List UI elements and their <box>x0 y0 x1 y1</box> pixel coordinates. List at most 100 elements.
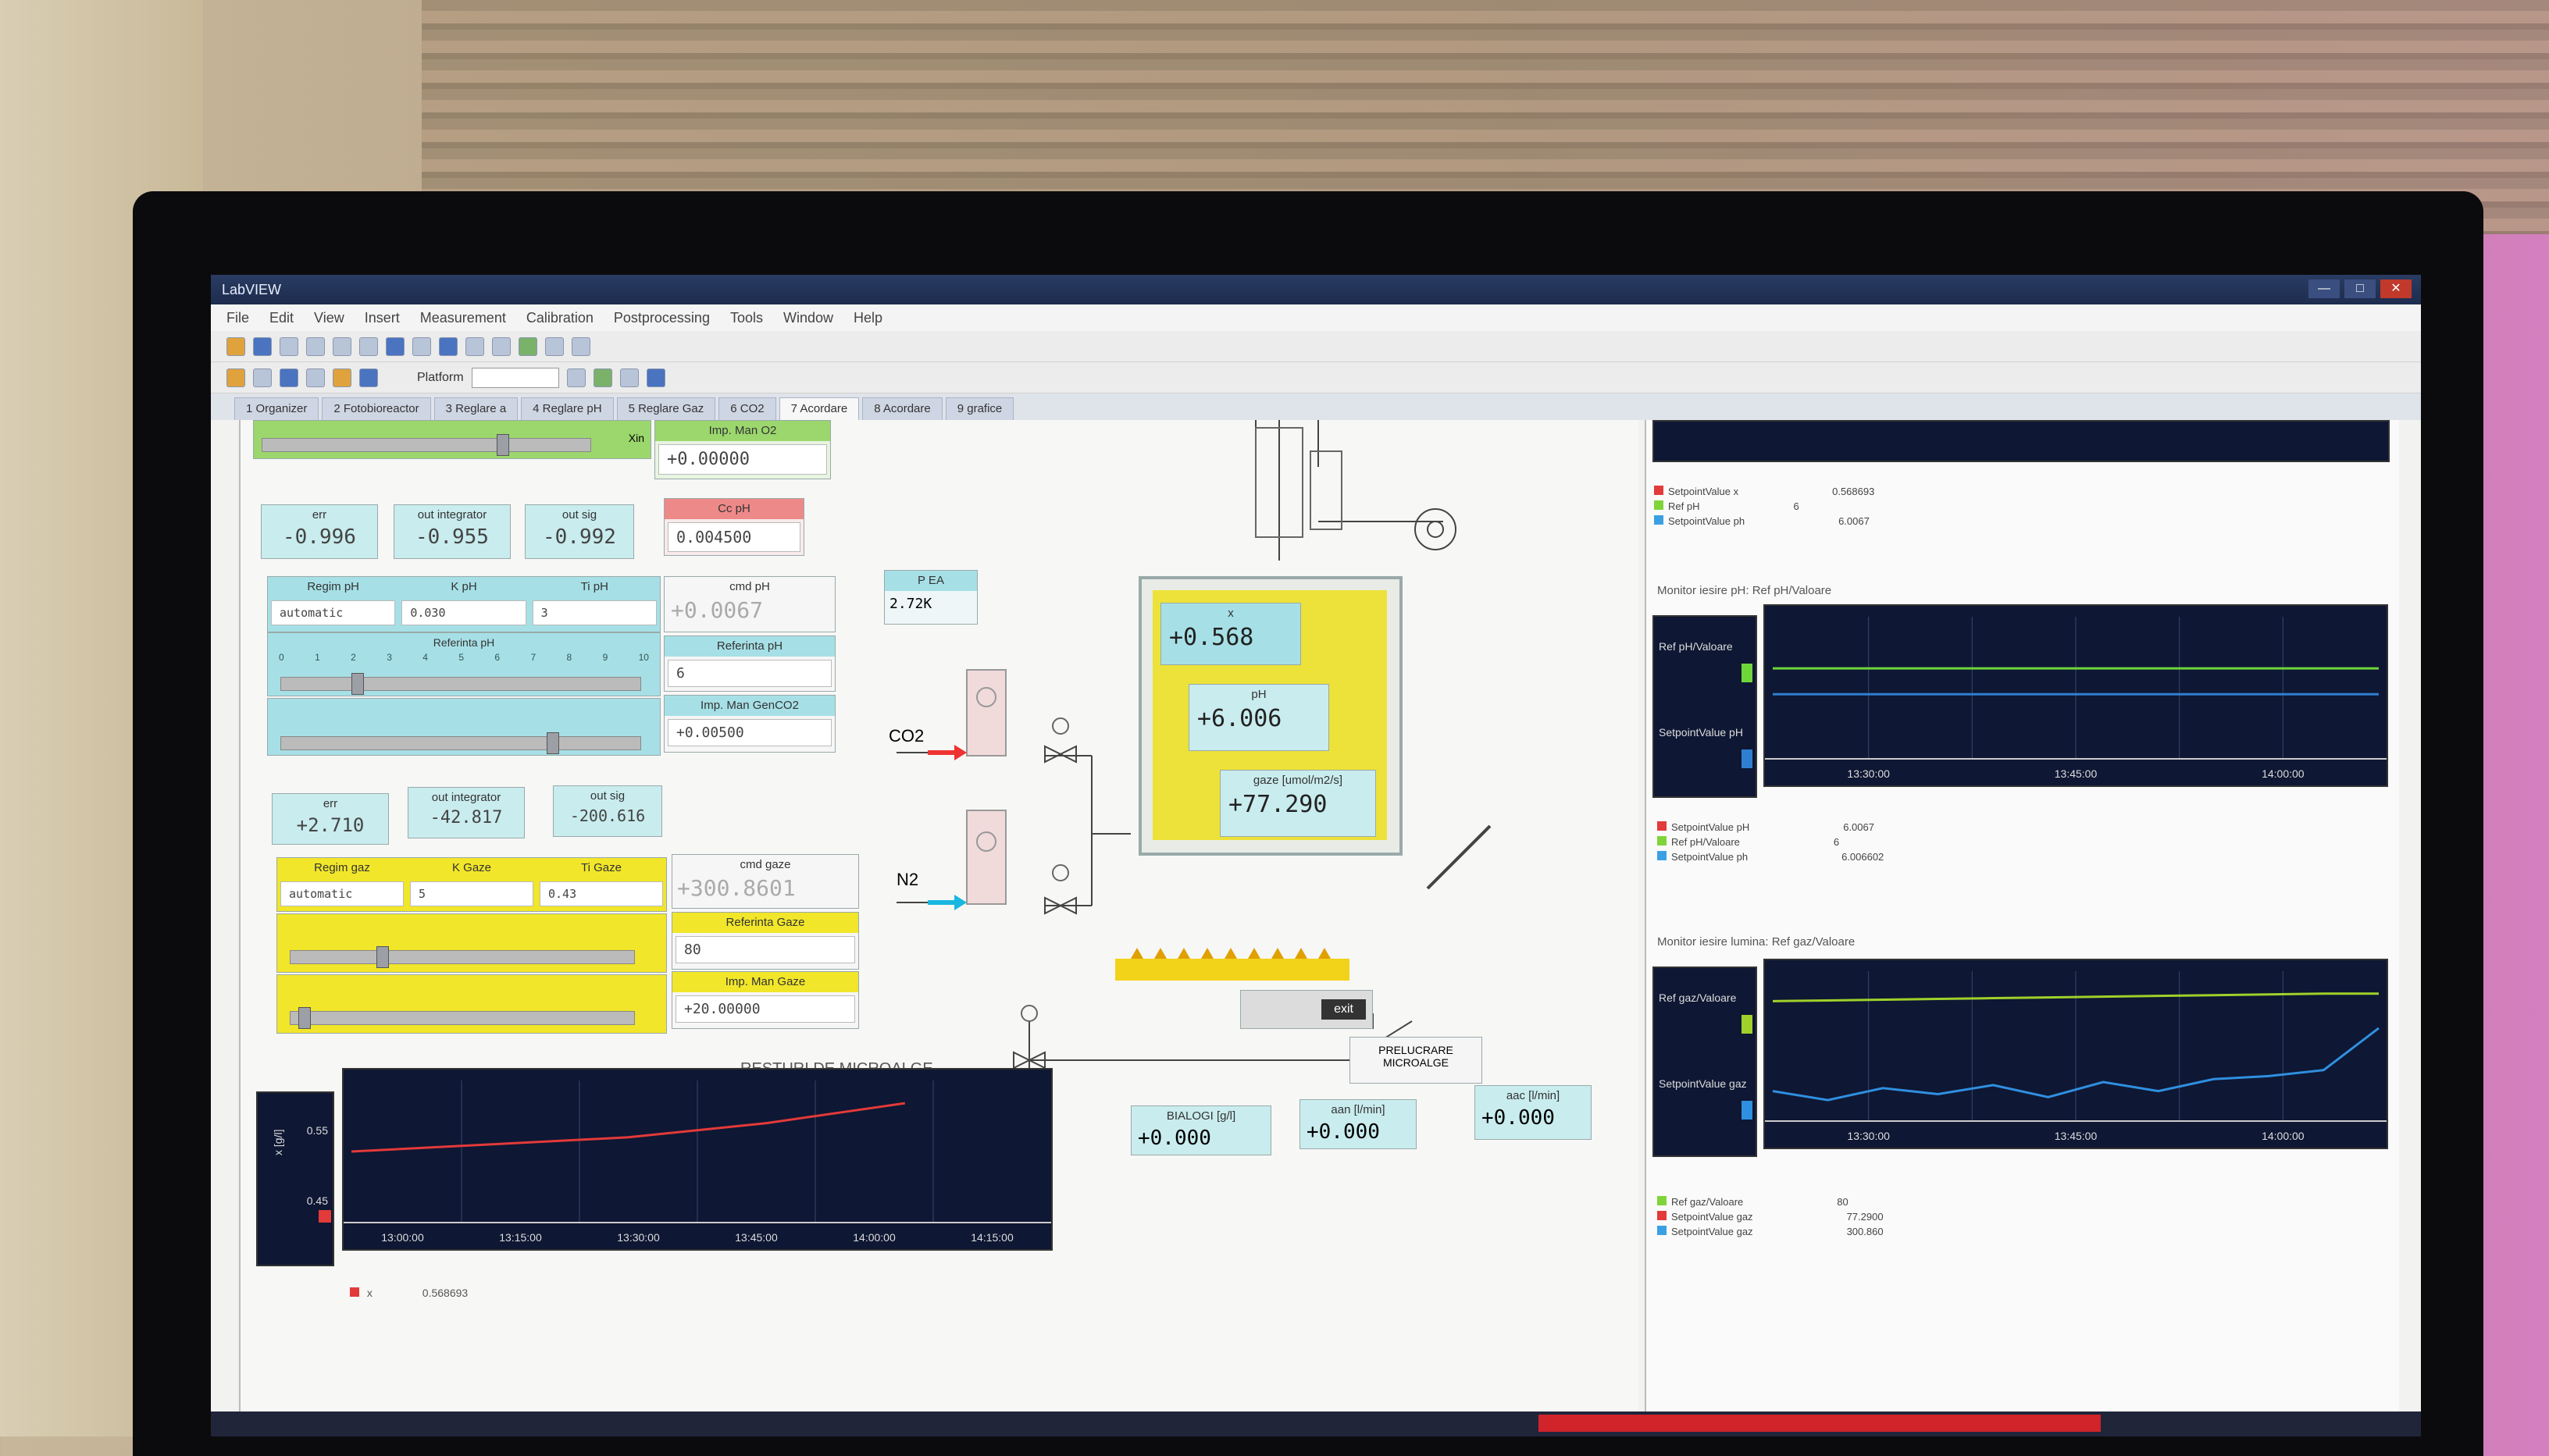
menu-measurement[interactable]: Measurement <box>420 310 506 326</box>
bottom-chart-xtick: 14:15:00 <box>971 1231 1014 1244</box>
bottom-chart-xtick: 13:45:00 <box>735 1231 778 1244</box>
graph-icon[interactable] <box>280 368 298 387</box>
alarm-icon[interactable] <box>333 368 351 387</box>
menu-view[interactable]: View <box>314 310 344 326</box>
copy-icon[interactable] <box>333 336 351 356</box>
menu-calibration[interactable]: Calibration <box>526 310 594 326</box>
toolbar-secondary: Platform <box>211 362 2421 393</box>
reactor-gas: gaze [umol/m2/s] +77.290 <box>1220 770 1376 837</box>
out-aac: aac [l/min] +0.000 <box>1474 1085 1592 1140</box>
ph-table-name: SetpointValue pH <box>1671 821 1750 833</box>
status-bar <box>211 1412 2421 1436</box>
run-icon[interactable] <box>439 336 458 356</box>
bottom-chart-ylabel: x [g/l] <box>272 1129 284 1155</box>
menu-postprocessing[interactable]: Postprocessing <box>614 310 710 326</box>
monitor-pane: SetpointValue x 0.568693 Ref pH 6 Setpoint… <box>1645 420 2399 1427</box>
platform-select[interactable] <box>471 367 559 388</box>
zoom-icon[interactable] <box>545 336 564 356</box>
channel-icon[interactable] <box>253 368 272 387</box>
open-icon[interactable] <box>226 336 245 356</box>
photobioreactor: x +0.568 pH +6.006 gaze [umol/m2/s] +77.… <box>1139 576 1403 856</box>
process-workspace: Xin Imp. Man O2 +0.00000 err -0.996 out … <box>239 420 1638 1427</box>
table-icon[interactable] <box>306 368 325 387</box>
bottom-legend-value: 0.568693 <box>422 1287 469 1299</box>
config-icon[interactable] <box>619 368 639 387</box>
menu-bar: File Edit View Insert Measurement Calibr… <box>211 304 2421 331</box>
ph-table-name: Ref pH/Valoare <box>1671 836 1740 848</box>
reactor-x-value: +0.568 <box>1169 624 1254 651</box>
gas-chart-xtick: 13:30:00 <box>1847 1130 1890 1142</box>
tab-reglare-a[interactable]: 3 Reglare a <box>433 397 519 420</box>
toolbar-main <box>211 331 2421 362</box>
grid-icon[interactable] <box>572 336 590 356</box>
bottom-chart-yaxis: x [g/l] 0.55 0.45 <box>256 1091 334 1266</box>
tab-grafice[interactable]: 9 grafice <box>945 397 1014 420</box>
tab-acordare[interactable]: 7 Acordare <box>779 397 860 420</box>
reactor-ph: pH +6.006 <box>1189 684 1329 751</box>
info-icon[interactable] <box>646 368 665 387</box>
reactor-x-label: x <box>1228 607 1234 620</box>
layout-icon[interactable] <box>566 368 586 387</box>
top-table-name: Ref pH <box>1668 500 1700 512</box>
gas-table-name: SetpointValue gaz <box>1671 1226 1753 1237</box>
gas-chart-xtick: 14:00:00 <box>2262 1130 2305 1142</box>
menu-edit[interactable]: Edit <box>269 310 294 326</box>
ph-legend-chip <box>1742 664 1752 682</box>
pause-icon[interactable] <box>492 336 511 356</box>
prelucrare-box: PRELUCRARE MICROALGE <box>1349 1037 1482 1084</box>
chart-icon[interactable] <box>593 368 612 387</box>
gas-table-chip <box>1657 1196 1667 1205</box>
ph-table-chip <box>1657 821 1667 831</box>
gas-table-value: 300.860 <box>1846 1226 1884 1237</box>
window-title: LabVIEW <box>222 282 282 297</box>
tab-reglare-gaz[interactable]: 5 Reglare Gaz <box>616 397 716 420</box>
close-button[interactable]: ✕ <box>2380 279 2412 298</box>
export-icon[interactable] <box>359 368 378 387</box>
top-table: SetpointValue x 0.568693 Ref pH 6 Setpoint… <box>1654 482 2380 530</box>
ph-chart-xtick: 13:30:00 <box>1847 767 1890 780</box>
redo-icon[interactable] <box>412 336 431 356</box>
record-icon[interactable] <box>519 336 537 356</box>
menu-file[interactable]: File <box>226 310 249 326</box>
save-icon[interactable] <box>253 336 272 356</box>
print-icon[interactable] <box>280 336 298 356</box>
bottom-chart-series-chip <box>319 1210 331 1223</box>
top-table-value: 6 <box>1793 500 1799 512</box>
ph-legend-entry: Ref pH/Valoare <box>1659 640 1733 653</box>
bottom-legend: x 0.568693 <box>350 1287 468 1299</box>
reactor-gas-value: +77.290 <box>1228 791 1328 818</box>
ph-table-value: 6.006602 <box>1841 851 1884 863</box>
menu-help[interactable]: Help <box>854 310 882 326</box>
out-bialogi-value: +0.000 <box>1138 1127 1211 1150</box>
gas-chart-xtick: 13:45:00 <box>2055 1130 2098 1142</box>
tab-organizer[interactable]: 1 Organizer <box>234 397 319 420</box>
tab-reglare-ph[interactable]: 4 Reglare pH <box>521 397 614 420</box>
tab-acordare-2[interactable]: 8 Acordare <box>862 397 943 420</box>
reactor-x: x +0.568 <box>1160 603 1301 665</box>
exit-button[interactable]: exit <box>1321 999 1366 1020</box>
document-tabs: 1 Organizer 2 Fotobioreactor 3 Reglare a… <box>211 393 2421 420</box>
undo-icon[interactable] <box>386 336 405 356</box>
paste-icon[interactable] <box>359 336 378 356</box>
reactor-gas-label: gaze [umol/m2/s] <box>1253 774 1343 787</box>
series-line <box>351 1102 906 1153</box>
co2-label: CO2 <box>889 726 925 746</box>
reactor-controls: exit <box>1240 990 1373 1029</box>
stop-icon[interactable] <box>465 336 484 356</box>
ph-table-value: 6 <box>1833 836 1840 848</box>
menu-window[interactable]: Window <box>783 310 833 326</box>
out-aan-value: +0.000 <box>1307 1120 1380 1144</box>
ph-chart-legend: Ref pH/Valoare SetpointValue pH <box>1652 615 1757 798</box>
tab-fotobioreactor[interactable]: 2 Fotobioreactor <box>322 397 431 420</box>
maximize-button[interactable]: □ <box>2344 279 2376 298</box>
cut-icon[interactable] <box>306 336 325 356</box>
menu-tools[interactable]: Tools <box>730 310 763 326</box>
tab-co2[interactable]: 6 CO2 <box>718 397 776 420</box>
gas-chart-svg: 13:30:00 13:45:00 14:00:00 <box>1765 971 2387 1142</box>
gas-table-value: 77.2900 <box>1846 1211 1884 1223</box>
device-icon[interactable] <box>226 368 245 387</box>
minimize-button[interactable]: — <box>2308 279 2340 298</box>
menu-insert[interactable]: Insert <box>365 310 400 326</box>
window-buttons: — □ ✕ <box>2308 279 2412 298</box>
reactor-ph-label: pH <box>1251 688 1267 701</box>
